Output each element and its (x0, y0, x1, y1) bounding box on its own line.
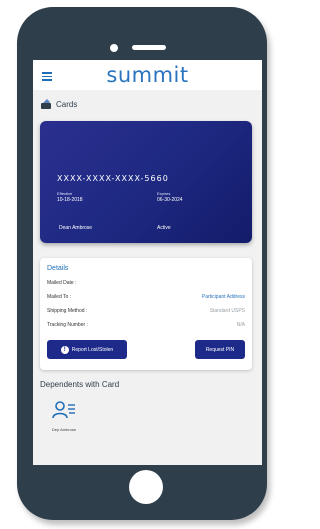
dependent-item[interactable]: Dep Ambrose (47, 400, 81, 432)
payment-card[interactable]: XXXX-XXXX-XXXX-5660 Effective 10-18-2018… (40, 121, 252, 243)
report-button-label: Report Lost/Stolen (71, 346, 114, 353)
speaker-bar (132, 45, 166, 50)
card-stack-icon (41, 99, 51, 109)
section-title: Cards (56, 99, 78, 109)
dependents-title: Dependents with Card (40, 380, 120, 389)
effective-label: Effective (57, 191, 73, 196)
card-holder-name: Dean Ambrose (59, 225, 93, 231)
expires-label: Expires (157, 191, 171, 196)
mailed-date-label: Mailed Date : (47, 280, 77, 286)
card-status: Active (157, 225, 171, 231)
mailed-to-value: Participant Address (201, 294, 245, 300)
tracking-number-label: Tracking Number : (47, 322, 88, 328)
cards-section-header: Cards (40, 97, 77, 111)
effective-date: 10-18-2018 (57, 197, 83, 203)
shipping-method-label: Shipping Method : (47, 308, 88, 314)
mailed-to-label: Mailed To : (47, 294, 72, 300)
request-pin-label: Request PIN (205, 346, 235, 353)
details-title: Details (47, 265, 69, 272)
app-logo: summit (106, 63, 189, 87)
tracking-number-value: N/A (236, 322, 245, 328)
expires-date: 06-30-2024 (157, 197, 183, 203)
user-list-icon (52, 401, 75, 419)
home-button[interactable] (129, 470, 163, 504)
camera-dot (110, 44, 118, 52)
app-screen: summit Cards XXXX-XXXX-XXXX-5660 Effecti… (33, 60, 262, 465)
dependent-name: Dep Ambrose (51, 427, 77, 432)
details-panel: Details Mailed Date : Mailed To : Partic… (40, 258, 252, 370)
report-lost-stolen-button[interactable]: ! Report Lost/Stolen (47, 340, 127, 359)
shipping-method-value: Standard USPS (209, 308, 245, 314)
card-number: XXXX-XXXX-XXXX-5660 (57, 174, 169, 183)
request-pin-button[interactable]: Request PIN (195, 340, 245, 359)
app-bar: summit (33, 60, 262, 90)
info-icon: ! (60, 345, 69, 354)
